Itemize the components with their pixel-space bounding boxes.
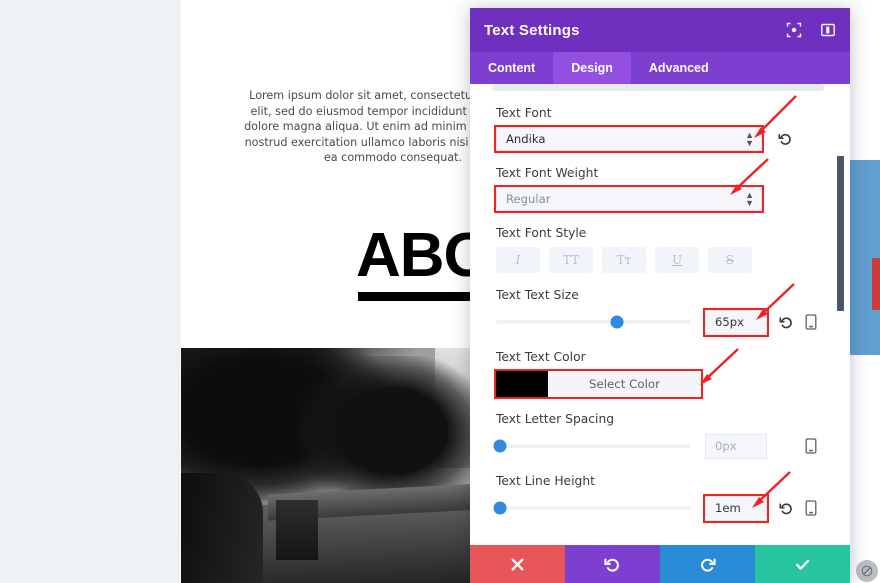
text-size-input[interactable]: 65px — [703, 307, 769, 337]
mobile-icon[interactable] — [805, 500, 817, 516]
text-color-label: Text Text Color — [496, 350, 586, 364]
field-text-font-style: Text Font Style I TT Tᴛ U S — [496, 226, 824, 273]
field-text-size: Text Text Size 65px — [496, 288, 824, 337]
field-line-height: Text Line Height 1em — [493, 474, 824, 523]
text-settings-panel: Text Settings Content Design Advanced Te… — [470, 8, 850, 583]
field-text-font: Text Font Andika ▲ ▼ — [494, 106, 824, 153]
panel-scrollbar-thumb[interactable] — [837, 156, 844, 311]
screen: Lorem ipsum dolor sit amet, consectetur … — [0, 0, 880, 583]
reset-icon[interactable] — [779, 315, 794, 330]
text-font-weight-label: Text Font Weight — [496, 166, 599, 180]
text-font-label: Text Font — [496, 106, 552, 120]
uppercase-button[interactable]: TT — [549, 247, 593, 273]
tab-advanced[interactable]: Advanced — [631, 52, 727, 84]
undo-button[interactable] — [565, 545, 660, 583]
panel-tabs: Content Design Advanced — [470, 52, 850, 84]
panel-title: Text Settings — [484, 21, 580, 39]
letter-spacing-row: 0px — [493, 433, 824, 459]
cancel-button[interactable] — [470, 545, 565, 583]
line-height-label: Text Line Height — [496, 474, 595, 488]
tab-content[interactable]: Content — [470, 52, 553, 84]
text-font-select[interactable]: Andika — [494, 125, 764, 153]
panel-scrollbar-track[interactable] — [837, 94, 847, 545]
text-font-weight-control: Regular ▲ ▼ — [494, 185, 764, 213]
line-height-slider[interactable] — [493, 501, 691, 515]
text-font-weight-select[interactable]: Regular — [494, 185, 764, 213]
expand-icon[interactable] — [786, 22, 802, 38]
redo-button[interactable] — [660, 545, 755, 583]
line-height-row: 1em — [493, 493, 824, 523]
text-font-control: Andika ▲ ▼ — [494, 125, 791, 153]
text-font-style-label: Text Font Style — [496, 226, 587, 240]
save-button[interactable] — [755, 545, 850, 583]
select-color-button[interactable]: Select Color — [548, 371, 701, 397]
italic-button[interactable]: I — [496, 247, 540, 273]
text-color-picker[interactable]: Select Color — [494, 369, 703, 399]
photo-pillar — [178, 473, 263, 583]
field-text-font-weight: Text Font Weight Regular ▲ ▼ — [494, 166, 824, 213]
layout-toggle-icon[interactable] — [820, 22, 836, 38]
strikethrough-button[interactable]: S — [708, 247, 752, 273]
search-bar-partial[interactable] — [470, 84, 850, 94]
line-height-slider-thumb[interactable] — [493, 501, 507, 515]
photo-tree-right — [298, 356, 488, 506]
text-size-row: 65px — [496, 307, 824, 337]
panel-body: Text Font Andika ▲ ▼ Text Font Weight Reg… — [470, 94, 850, 545]
panel-header-actions — [786, 22, 836, 38]
panel-footer — [470, 545, 850, 583]
text-size-label: Text Text Size — [496, 288, 579, 302]
preview-red-accent — [872, 258, 880, 310]
reset-icon[interactable] — [779, 501, 794, 516]
mobile-icon[interactable] — [805, 314, 817, 330]
reset-icon[interactable] — [778, 132, 793, 147]
panel-header: Text Settings — [470, 8, 850, 52]
tab-design[interactable]: Design — [553, 52, 631, 84]
corner-badge-icon — [856, 560, 878, 582]
letter-spacing-label: Text Letter Spacing — [496, 412, 615, 426]
underline-button[interactable]: U — [655, 247, 699, 273]
field-letter-spacing: Text Letter Spacing 0px — [493, 412, 824, 459]
small-caps-button[interactable]: Tᴛ — [602, 247, 646, 273]
font-style-button-group: I TT Tᴛ U S — [496, 247, 824, 273]
letter-spacing-slider-thumb[interactable] — [493, 439, 507, 453]
letter-spacing-input[interactable]: 0px — [705, 433, 767, 459]
field-text-color: Text Text Color Select Color — [494, 350, 824, 399]
mobile-icon[interactable] — [805, 438, 817, 454]
letter-spacing-slider[interactable] — [493, 439, 691, 453]
photo-trash-bin — [276, 500, 318, 560]
line-height-input[interactable]: 1em — [703, 493, 769, 523]
color-swatch[interactable] — [496, 371, 548, 397]
text-size-slider[interactable] — [496, 315, 691, 329]
canvas-left-edge — [178, 0, 181, 583]
text-size-slider-thumb[interactable] — [610, 315, 624, 329]
